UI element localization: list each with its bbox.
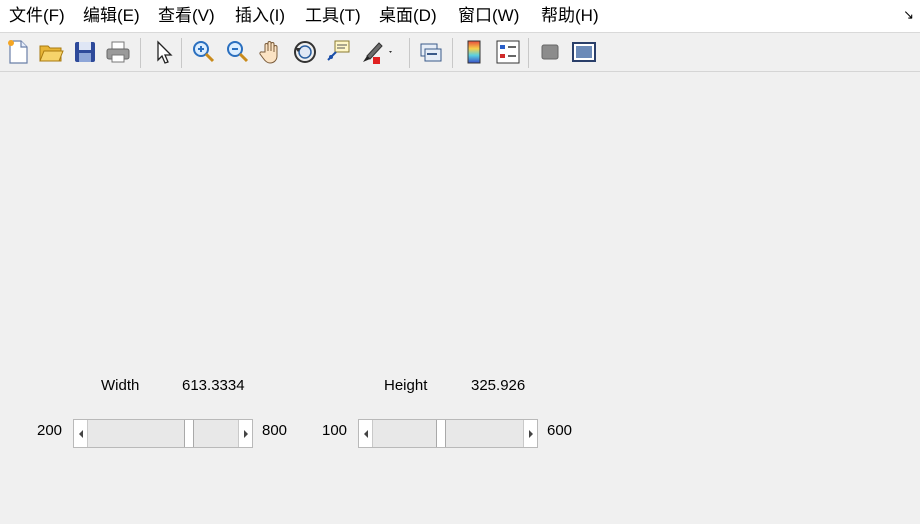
dock-arrow-icon[interactable]: ↘ [903,8,914,22]
open-folder-icon[interactable] [37,38,65,66]
width-max-label: 800 [262,422,288,439]
height-slider-left-arrow-icon[interactable] [359,420,373,447]
colorbar-icon[interactable] [460,38,488,66]
height-slider-right-arrow-icon[interactable] [523,420,537,447]
menu-window[interactable]: 窗口(W) [458,6,519,26]
legend-icon[interactable] [494,38,522,66]
height-slider[interactable] [358,419,538,448]
pointer-icon[interactable] [149,38,177,66]
toolbar [0,33,920,72]
print-icon[interactable] [104,38,132,66]
width-label: Width [101,377,140,394]
menu-file[interactable]: 文件(F) [9,6,65,26]
rotate-3d-icon[interactable] [291,38,319,66]
zoom-out-icon[interactable] [223,38,251,66]
toolbar-separator [181,38,182,68]
zoom-in-icon[interactable] [189,38,217,66]
width-slider-right-arrow-icon[interactable] [238,420,252,447]
width-value: 613.3334 [182,377,245,394]
menu-desktop[interactable]: 桌面(D) [379,6,437,26]
width-slider[interactable] [73,419,253,448]
menu-insert[interactable]: 插入(I) [235,6,285,26]
figure-canvas: Width 613.3334 200 800 Height 325.926 10… [0,72,920,524]
save-icon[interactable] [71,38,99,66]
hide-plot-tools-icon[interactable] [536,38,564,66]
toolbar-separator [409,38,410,68]
height-value: 325.926 [471,377,526,394]
menu-view[interactable]: 查看(V) [158,6,215,26]
brush-icon[interactable] [359,38,395,66]
show-plot-tools-icon[interactable] [570,38,598,66]
height-slider-track[interactable] [373,420,523,447]
toolbar-separator [452,38,453,68]
menu-edit[interactable]: 编辑(E) [83,6,140,26]
width-slider-thumb[interactable] [184,420,195,447]
toolbar-separator [528,38,529,68]
height-slider-thumb[interactable] [436,420,447,447]
data-cursor-icon[interactable] [325,38,353,66]
height-max-label: 600 [547,422,573,439]
pan-hand-icon[interactable] [257,38,285,66]
width-slider-left-arrow-icon[interactable] [74,420,88,447]
menu-tools[interactable]: 工具(T) [305,6,361,26]
link-plot-icon[interactable] [417,38,445,66]
toolbar-separator [140,38,141,68]
new-file-icon[interactable] [4,38,32,66]
menu-bar: 文件(F) 编辑(E) 查看(V) 插入(I) 工具(T) 桌面(D) 窗口(W… [0,0,920,33]
menu-help[interactable]: 帮助(H) [541,6,599,26]
height-label: Height [384,377,428,394]
width-slider-track[interactable] [88,420,238,447]
width-min-label: 200 [37,422,63,439]
height-min-label: 100 [322,422,348,439]
